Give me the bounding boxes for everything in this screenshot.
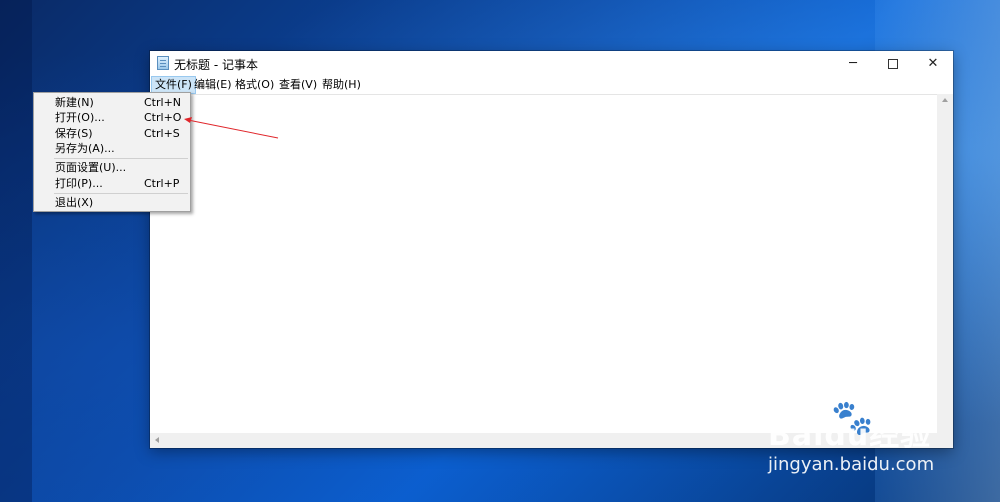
annotation-arrow-head [184,117,192,123]
watermark-url: jingyan.baidu.com [768,454,935,475]
watermark-brand: Baidu经验 [768,418,932,453]
annotation-arrow-line [187,119,279,139]
baidu-watermark: 🐾 Baidu经验 jingyan.baidu.com [768,398,983,480]
